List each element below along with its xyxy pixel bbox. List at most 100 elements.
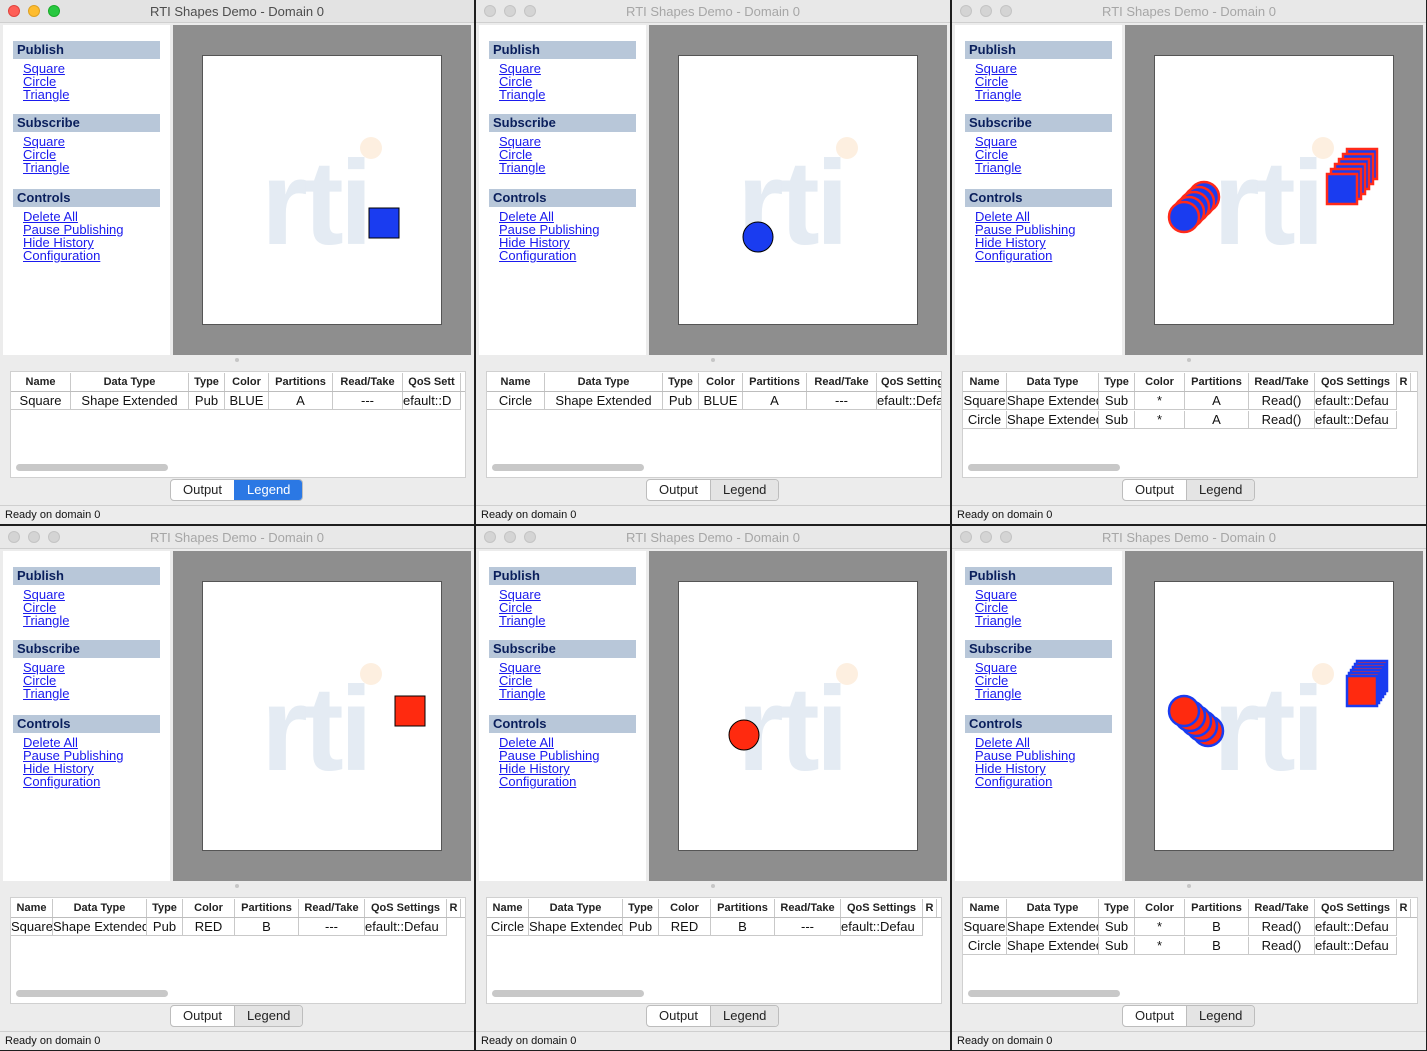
column-header[interactable]: Color: [183, 899, 235, 917]
column-header[interactable]: Read/Take: [299, 899, 365, 917]
controls-configuration-link[interactable]: Configuration: [975, 249, 1052, 262]
drawing-canvas[interactable]: rti: [678, 55, 918, 325]
controls-configuration-link[interactable]: Configuration: [499, 249, 576, 262]
splitter-handle[interactable]: [1187, 358, 1191, 362]
legend-tab[interactable]: Legend: [234, 1006, 303, 1026]
horizontal-scrollbar[interactable]: [968, 464, 1120, 471]
circle-shape: [728, 719, 760, 751]
column-header[interactable]: Data Type: [545, 373, 663, 391]
splitter-handle[interactable]: [235, 358, 239, 362]
horizontal-scrollbar[interactable]: [492, 990, 644, 997]
column-header[interactable]: Name: [487, 899, 529, 917]
controls-configuration-link[interactable]: Configuration: [23, 775, 100, 788]
column-header[interactable]: Read/Take: [807, 373, 877, 391]
horizontal-scrollbar[interactable]: [968, 990, 1120, 997]
canvas-area: rti: [649, 551, 947, 881]
column-header[interactable]: Color: [1135, 373, 1185, 391]
column-header[interactable]: Data Type: [1007, 899, 1099, 917]
controls-configuration-link[interactable]: Configuration: [499, 775, 576, 788]
column-header[interactable]: Name: [487, 373, 545, 391]
column-header[interactable]: QoS Settings: [1315, 899, 1397, 917]
column-header[interactable]: R: [447, 899, 461, 917]
legend-tab[interactable]: Legend: [710, 480, 779, 500]
column-header[interactable]: Data Type: [53, 899, 147, 917]
column-header[interactable]: Color: [225, 373, 269, 391]
drawing-canvas[interactable]: rti: [1154, 55, 1394, 325]
column-header[interactable]: Color: [659, 899, 711, 917]
publish-triangle-link[interactable]: Triangle: [975, 614, 1021, 627]
subscribe-triangle-link[interactable]: Triangle: [975, 687, 1021, 700]
column-header[interactable]: Partitions: [743, 373, 807, 391]
output-tab[interactable]: Output: [1123, 480, 1186, 500]
splitter-handle[interactable]: [711, 884, 715, 888]
subscribe-triangle-link[interactable]: Triangle: [23, 687, 69, 700]
splitter-handle[interactable]: [235, 884, 239, 888]
column-header[interactable]: Read/Take: [775, 899, 841, 917]
controls-section-header: Controls: [489, 189, 636, 207]
legend-tab[interactable]: Legend: [1186, 480, 1255, 500]
column-header[interactable]: QoS Settings: [841, 899, 923, 917]
splitter-handle[interactable]: [1187, 884, 1191, 888]
column-header[interactable]: Partitions: [235, 899, 299, 917]
column-header[interactable]: Name: [963, 373, 1007, 391]
drawing-canvas[interactable]: rti: [202, 581, 442, 851]
subscribe-triangle-link[interactable]: Triangle: [23, 161, 69, 174]
column-header[interactable]: R: [1397, 373, 1411, 391]
column-header[interactable]: Data Type: [71, 373, 189, 391]
column-header[interactable]: Type: [1099, 373, 1135, 391]
horizontal-scrollbar[interactable]: [492, 464, 644, 471]
subscribe-triangle-link[interactable]: Triangle: [975, 161, 1021, 174]
publish-triangle-link[interactable]: Triangle: [23, 614, 69, 627]
column-header[interactable]: QoS Settings: [1315, 373, 1397, 391]
column-header[interactable]: R: [1397, 899, 1411, 917]
output-tab[interactable]: Output: [1123, 1006, 1186, 1026]
column-header[interactable]: Partitions: [1185, 899, 1249, 917]
subscribe-triangle-link[interactable]: Triangle: [499, 687, 545, 700]
subscribe-section-header: Subscribe: [489, 640, 636, 658]
column-header[interactable]: Name: [11, 899, 53, 917]
drawing-canvas[interactable]: rti: [202, 55, 442, 325]
column-header[interactable]: Name: [963, 899, 1007, 917]
column-header[interactable]: Read/Take: [1249, 899, 1315, 917]
publish-triangle-link[interactable]: Triangle: [499, 88, 545, 101]
output-tab[interactable]: Output: [171, 480, 234, 500]
column-header[interactable]: Type: [623, 899, 659, 917]
legend-tab[interactable]: Legend: [710, 1006, 779, 1026]
column-header[interactable]: Type: [1099, 899, 1135, 917]
column-header[interactable]: Color: [699, 373, 743, 391]
column-header[interactable]: Type: [147, 899, 183, 917]
column-header[interactable]: QoS Sett: [403, 373, 461, 391]
column-header[interactable]: Name: [11, 373, 71, 391]
column-header[interactable]: Data Type: [529, 899, 623, 917]
horizontal-scrollbar[interactable]: [16, 464, 168, 471]
legend-tab[interactable]: Legend: [1186, 1006, 1255, 1026]
table-cell: ---: [299, 918, 365, 936]
column-header[interactable]: Read/Take: [1249, 373, 1315, 391]
publish-triangle-link[interactable]: Triangle: [499, 614, 545, 627]
output-tab[interactable]: Output: [647, 1006, 710, 1026]
output-tab[interactable]: Output: [647, 480, 710, 500]
column-header[interactable]: Type: [189, 373, 225, 391]
rti-logo-dot: [360, 137, 382, 159]
column-header[interactable]: Read/Take: [333, 373, 403, 391]
publish-triangle-link[interactable]: Triangle: [975, 88, 1021, 101]
column-header[interactable]: Partitions: [269, 373, 333, 391]
column-header[interactable]: Type: [663, 373, 699, 391]
publish-triangle-link[interactable]: Triangle: [23, 88, 69, 101]
column-header[interactable]: Partitions: [711, 899, 775, 917]
drawing-canvas[interactable]: rti: [1154, 581, 1394, 851]
splitter-handle[interactable]: [711, 358, 715, 362]
subscribe-triangle-link[interactable]: Triangle: [499, 161, 545, 174]
column-header[interactable]: Data Type: [1007, 373, 1099, 391]
column-header[interactable]: QoS Settings: [365, 899, 447, 917]
controls-configuration-link[interactable]: Configuration: [975, 775, 1052, 788]
column-header[interactable]: R: [923, 899, 937, 917]
drawing-canvas[interactable]: rti: [678, 581, 918, 851]
controls-configuration-link[interactable]: Configuration: [23, 249, 100, 262]
column-header[interactable]: Color: [1135, 899, 1185, 917]
column-header[interactable]: QoS Setting: [877, 373, 941, 391]
horizontal-scrollbar[interactable]: [16, 990, 168, 997]
column-header[interactable]: Partitions: [1185, 373, 1249, 391]
legend-tab[interactable]: Legend: [234, 480, 303, 500]
output-tab[interactable]: Output: [171, 1006, 234, 1026]
